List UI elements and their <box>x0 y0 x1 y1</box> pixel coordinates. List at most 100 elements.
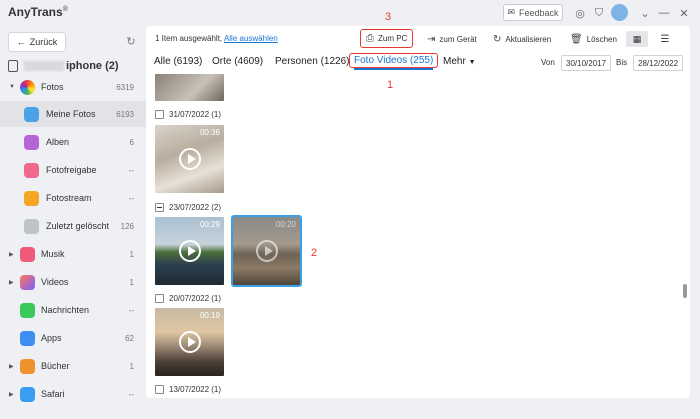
photos-icon <box>20 79 35 95</box>
sidebar-item-label: Fotostream <box>46 193 92 203</box>
device-selector[interactable]: iphone (2) <box>8 57 142 75</box>
tab-photo-videos[interactable]: Foto Videos (255) <box>349 53 439 70</box>
play-icon <box>255 240 278 262</box>
sidebar-item-count: 1 <box>129 277 134 287</box>
trash-icon: 🗑 <box>570 33 583 45</box>
date-to-field[interactable]: 28/12/2022 <box>633 55 684 71</box>
chevron-right-icon[interactable]: ▶ <box>9 279 14 286</box>
tab-people[interactable]: Personen (1226) <box>275 56 350 67</box>
delete-button[interactable]: 🗑 Löschen <box>570 31 617 47</box>
video-thumbnail[interactable]: 00:19 <box>155 308 224 376</box>
photo-grid: 31/07/2022 (1) 00:36 23/07/2022 (2) 00:2… <box>146 74 682 398</box>
sidebar-item-count: 1 <box>129 361 134 371</box>
tab-all[interactable]: Alle (6193) <box>154 56 202 67</box>
annotation-2: 2 <box>311 247 318 259</box>
sidebar-item-fotostream[interactable]: Fotostream -- <box>0 185 146 211</box>
phone-icon <box>8 60 18 72</box>
sidebar-item-label: Nachrichten <box>41 305 90 315</box>
tab-more[interactable]: Mehr ▼ <box>443 56 476 67</box>
photostream-icon <box>24 190 39 206</box>
sidebar-item-fotofreigabe[interactable]: Fotofreigabe -- <box>0 157 146 183</box>
date-from-field[interactable]: 30/10/2017 <box>561 55 612 71</box>
refresh-icon: ↻ <box>493 33 502 45</box>
sidebar-item-count: -- <box>128 165 134 175</box>
help-icon[interactable]: ◎ <box>572 5 588 21</box>
scrollbar[interactable] <box>683 284 687 298</box>
sidebar-item-label: Bücher <box>41 361 70 371</box>
mail-icon: ✉ <box>507 7 515 17</box>
shirt-icon[interactable]: ⛉ <box>591 5 607 21</box>
group-checkbox[interactable] <box>155 384 164 394</box>
sidebar-item-apps[interactable]: Apps 62 <box>0 325 146 351</box>
chevron-down-icon[interactable]: ▼ <box>9 84 15 90</box>
to-pc-button[interactable]: ⎙ Zum PC <box>360 29 414 48</box>
group-checkbox[interactable] <box>155 293 164 303</box>
minimize-icon[interactable]: — <box>656 5 672 21</box>
group-checkbox[interactable] <box>155 109 164 119</box>
sidebar-item-musik[interactable]: ▶ Musik 1 <box>0 241 146 267</box>
group-header: 31/07/2022 (1) <box>155 108 221 120</box>
annotation-3: 3 <box>385 11 392 23</box>
sidebar: ← Zurück ↻ iphone (2) ▼ Fotos 6319 Meine Fo… <box>0 26 146 419</box>
my-photos-icon <box>24 106 39 122</box>
main-panel: 1 Item ausgewählt, Alle auswählen ⎙ Zum … <box>146 26 690 398</box>
app-title: AnyTrans® <box>8 5 68 19</box>
sidebar-item-zuletzt-gelöscht[interactable]: Zuletzt gelöscht 126 <box>0 213 146 239</box>
feedback-button[interactable]: ✉ Feedback <box>503 4 563 21</box>
play-icon <box>178 331 201 353</box>
video-thumbnail[interactable]: 00:36 <box>155 125 224 193</box>
sidebar-item-meine-fotos[interactable]: Meine Fotos 6193 <box>0 101 146 127</box>
selection-status: 1 Item ausgewählt, Alle auswählen <box>155 34 278 43</box>
back-button[interactable]: ← Zurück <box>8 32 66 52</box>
chevron-right-icon[interactable]: ▶ <box>9 391 14 398</box>
trash-icon <box>24 218 39 234</box>
grid-view-button[interactable]: ▦ <box>626 31 648 47</box>
sidebar-item-safari[interactable]: ▶ Safari -- <box>0 381 146 407</box>
sidebar-item-count: -- <box>128 305 134 315</box>
books-icon <box>20 358 35 374</box>
chevron-down-icon[interactable]: ⌄ <box>637 5 653 21</box>
group-header: 20/07/2022 (1) <box>155 292 221 304</box>
photo-sharing-icon <box>24 162 39 178</box>
refresh-button[interactable]: ↻ Aktualisieren <box>493 31 551 47</box>
sidebar-item-count: 6 <box>129 137 134 147</box>
sidebar-item-nachrichten[interactable]: Nachrichten -- <box>0 297 146 323</box>
music-icon <box>20 246 35 262</box>
video-thumbnail[interactable] <box>155 74 224 101</box>
chevron-right-icon[interactable]: ▶ <box>9 363 14 370</box>
sidebar-item-alben[interactable]: Alben 6 <box>0 129 146 155</box>
sidebar-item-videos[interactable]: ▶ Videos 1 <box>0 269 146 295</box>
video-thumbnail[interactable]: 00:29 <box>155 217 224 285</box>
video-thumbnail-selected[interactable]: 00:20 <box>231 215 302 287</box>
safari-icon <box>20 386 35 402</box>
title-bar: AnyTrans® ✉ Feedback ◎ ⛉ ⌄ — ✕ <box>0 0 700 26</box>
albums-icon <box>24 134 39 150</box>
avatar[interactable] <box>611 4 628 21</box>
sidebar-item-label: Videos <box>41 277 69 287</box>
list-view-button[interactable]: ☰ <box>654 31 676 47</box>
chevron-right-icon[interactable]: ▶ <box>9 251 14 258</box>
caret-down-icon: ▼ <box>468 59 476 66</box>
sidebar-item-count: 6319 <box>116 82 134 92</box>
sidebar-item-fotos[interactable]: ▼ Fotos 6319 <box>0 74 146 100</box>
sidebar-item-count: 1 <box>129 249 134 259</box>
refresh-device-icon[interactable]: ↻ <box>124 34 138 48</box>
send-to-device-icon: ⇥ <box>427 33 436 45</box>
play-icon <box>178 148 201 170</box>
apps-icon <box>20 330 35 346</box>
sidebar-item-label: Fotos <box>41 82 64 92</box>
sidebar-item-count: -- <box>128 193 134 203</box>
tab-places[interactable]: Orte (4609) <box>212 56 263 67</box>
sidebar-item-label: Safari <box>41 389 65 399</box>
sidebar-item-bücher[interactable]: ▶ Bücher 1 <box>0 353 146 379</box>
sidebar-item-label: Zuletzt gelöscht <box>46 221 110 231</box>
group-checkbox[interactable] <box>155 202 164 212</box>
toolbar: 1 Item ausgewählt, Alle auswählen ⎙ Zum … <box>146 26 690 52</box>
close-icon[interactable]: ✕ <box>676 5 692 21</box>
group-header: 13/07/2022 (1) <box>155 383 221 395</box>
select-all-link[interactable]: Alle auswählen <box>224 34 278 43</box>
annotation-1: 1 <box>387 79 394 91</box>
sidebar-item-count: 62 <box>125 333 134 343</box>
to-device-button[interactable]: ⇥ zum Gerät <box>427 31 477 47</box>
sidebar-item-count: 6193 <box>116 109 134 119</box>
